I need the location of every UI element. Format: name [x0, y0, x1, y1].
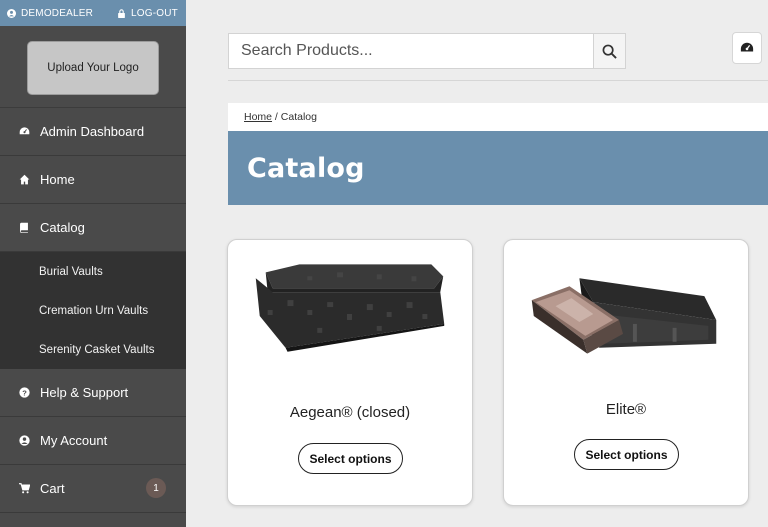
sidebar-subitem-burial-vaults[interactable]: Burial Vaults — [0, 252, 186, 291]
upload-logo-button[interactable]: Upload Your Logo — [27, 40, 159, 95]
sidebar-item-cart[interactable]: Cart 1 — [0, 465, 186, 513]
dashboard-button[interactable] — [732, 32, 762, 64]
sidebar-item-my-account[interactable]: My Account — [0, 417, 186, 465]
sidebar-subitem-cremation-urn-vaults[interactable]: Cremation Urn Vaults — [0, 291, 186, 330]
dashboard-icon — [740, 42, 754, 52]
page-title: Catalog — [247, 152, 365, 184]
sidebar-item-label: My Account — [40, 433, 108, 448]
select-options-button[interactable]: Select options — [574, 439, 679, 470]
sidebar-item-label: Home — [40, 172, 75, 187]
search-box — [228, 33, 626, 69]
catalog-submenu: Burial Vaults Cremation Urn Vaults Seren… — [0, 252, 186, 369]
sidebar: DEMODEALER LOG-OUT Upload Your Logo Admi… — [0, 0, 186, 527]
product-image[interactable] — [228, 240, 472, 390]
cart-count-badge: 1 — [146, 478, 166, 498]
sidebar-item-label: Cart — [40, 481, 65, 496]
logout-label: LOG-OUT — [131, 7, 178, 19]
product-image[interactable] — [504, 240, 748, 390]
select-options-button[interactable]: Select options — [298, 443, 403, 474]
sidebar-item-home[interactable]: Home — [0, 156, 186, 204]
breadcrumb-separator: / — [272, 111, 281, 123]
product-title[interactable]: Aegean® (closed) — [228, 404, 472, 421]
product-card: Elite® Select options — [503, 239, 749, 506]
sidebar-item-admin-dashboard[interactable]: Admin Dashboard — [0, 108, 186, 156]
sidebar-item-label: Help & Support — [40, 385, 129, 400]
home-icon — [18, 174, 30, 186]
product-card: Aegean® (closed) Select options — [227, 239, 473, 506]
logout-link[interactable]: LOG-OUT — [117, 8, 178, 19]
breadcrumb-current: Catalog — [280, 111, 317, 123]
sidebar-item-catalog[interactable]: Catalog — [0, 204, 186, 252]
search-icon — [602, 44, 617, 59]
sidebar-item-help-support[interactable]: ? Help & Support — [0, 369, 186, 417]
product-title[interactable]: Elite® — [504, 401, 748, 418]
user-link[interactable]: DEMODEALER — [7, 8, 93, 19]
user-icon — [18, 435, 30, 447]
sidebar-topbar: DEMODEALER LOG-OUT — [0, 0, 186, 26]
search-input[interactable] — [228, 33, 593, 69]
sidebar-item-label: Catalog — [40, 220, 85, 235]
header-divider — [228, 80, 768, 81]
search-button[interactable] — [593, 33, 626, 69]
username: DEMODEALER — [21, 7, 94, 19]
sidebar-item-label: Admin Dashboard — [40, 124, 145, 139]
lock-icon — [118, 8, 125, 18]
dashboard-icon — [18, 126, 30, 138]
breadcrumb: Home / Catalog — [228, 103, 768, 131]
user-circle-icon — [7, 8, 16, 18]
question-icon: ? — [18, 387, 30, 399]
book-icon — [18, 222, 30, 234]
svg-text:?: ? — [22, 388, 27, 397]
breadcrumb-home-link[interactable]: Home — [244, 111, 272, 123]
sidebar-subitem-serenity-casket-vaults[interactable]: Serenity Casket Vaults — [0, 330, 186, 369]
cart-icon — [18, 483, 30, 495]
page-header: Catalog — [228, 131, 768, 205]
logo-area: Upload Your Logo — [0, 26, 186, 108]
